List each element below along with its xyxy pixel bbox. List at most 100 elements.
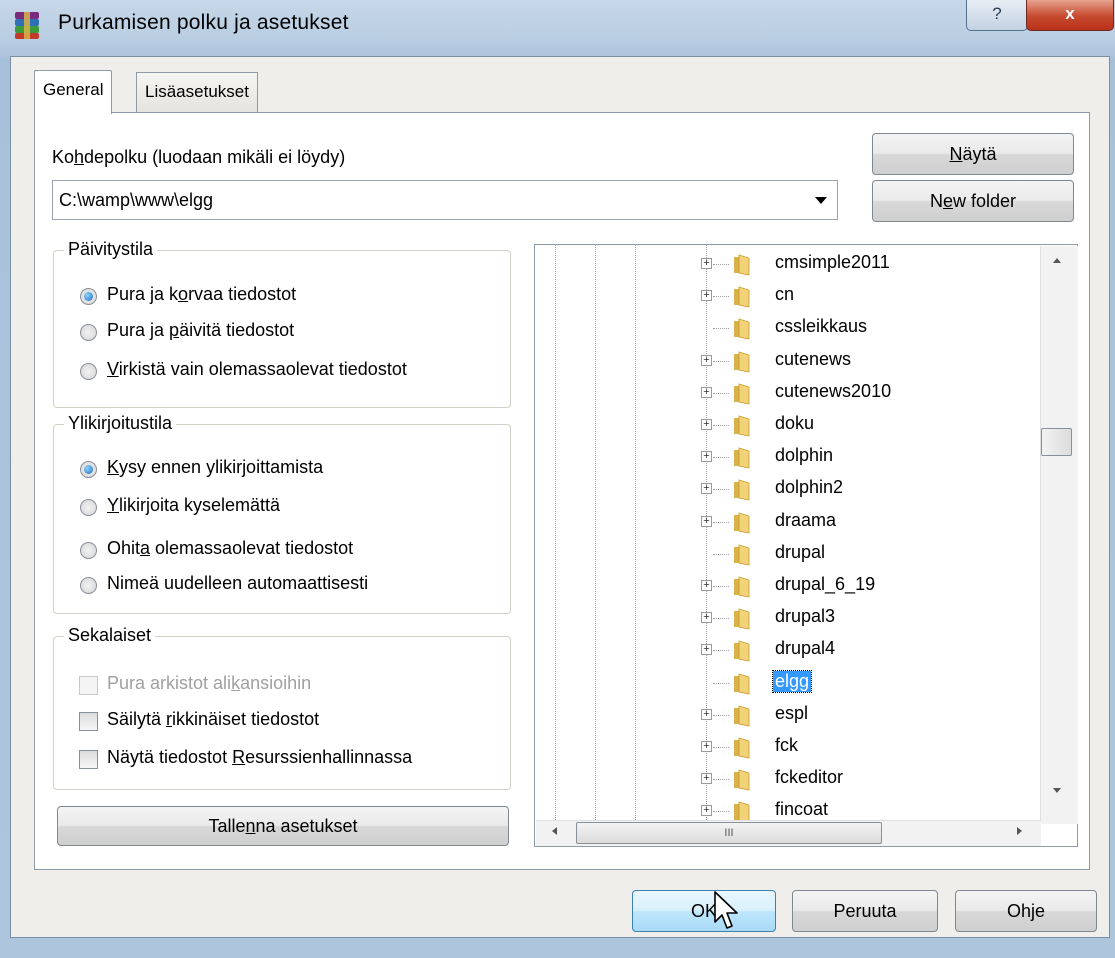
tree-item[interactable]: + dolphin2 xyxy=(535,474,1035,506)
expand-plus-icon[interactable]: + xyxy=(701,708,712,720)
help-button[interactable]: Ohje xyxy=(955,890,1097,932)
expand-plus-icon[interactable]: + xyxy=(701,580,712,591)
ok-button[interactable]: OK xyxy=(632,890,776,932)
tree-item-label[interactable]: doku xyxy=(773,413,816,434)
folder-icon xyxy=(734,705,750,727)
tree-item[interactable]: + cmsimple2011 xyxy=(535,249,1035,281)
folder-icon xyxy=(734,447,750,469)
radio-rename-automatically-label[interactable]: Nimeä uudelleen automaattisesti xyxy=(107,573,368,594)
expand-plus-icon[interactable]: + xyxy=(701,773,712,785)
checkbox-show-in-explorer[interactable] xyxy=(79,750,98,769)
tree-item[interactable]: + drupal4 xyxy=(535,635,1035,667)
tree-item[interactable]: + fck xyxy=(535,732,1035,764)
folder-icon xyxy=(734,415,750,437)
radio-update-files-label[interactable]: Pura ja päivitä tiedostot xyxy=(107,320,294,341)
radio-overwrite-without-prompt-label[interactable]: Ylikirjoita kyselemättä xyxy=(107,495,280,516)
tree-item-label[interactable]: cutenews xyxy=(773,349,853,370)
radio-update-files[interactable] xyxy=(80,324,97,341)
tree-item-label[interactable]: drupal_6_19 xyxy=(773,574,877,595)
tree-connector xyxy=(713,264,729,265)
tree-item[interactable]: elgg xyxy=(535,668,1035,700)
folder-tree[interactable]: + cmsimple2011 + cn cssleikkaus + cutenews + cut… xyxy=(534,244,1078,847)
radio-refresh-existing-label[interactable]: Virkistä vain olemassaolevat tiedostot xyxy=(107,359,407,380)
tree-item-label[interactable]: drupal xyxy=(773,542,827,563)
radio-ask-before-overwrite-label[interactable]: Kysy ennen ylikirjoittamista xyxy=(107,457,323,478)
tree-item-label[interactable]: dolphin xyxy=(773,445,835,466)
scroll-right-icon[interactable] xyxy=(1017,827,1022,835)
radio-rename-automatically[interactable] xyxy=(80,577,97,594)
destination-path-combo[interactable]: C:\wamp\www\elgg xyxy=(52,180,838,220)
expand-plus-icon[interactable]: + xyxy=(701,354,712,366)
scroll-up-icon[interactable] xyxy=(1053,258,1061,263)
expand-plus-icon[interactable]: + xyxy=(701,612,712,624)
tree-item-label[interactable]: cn xyxy=(773,284,796,305)
radio-skip-existing-label[interactable]: Ohita olemassaolevat tiedostot xyxy=(107,538,353,559)
tree-connector xyxy=(713,682,729,684)
folder-icon xyxy=(734,254,750,276)
checkbox-keep-broken-files-label[interactable]: Säilytä rikkinäiset tiedostot xyxy=(107,709,319,730)
checkbox-show-in-explorer-label[interactable]: Näytä tiedostot Resurssienhallinnassa xyxy=(107,747,412,768)
chevron-down-icon[interactable] xyxy=(815,197,827,204)
tree-item[interactable]: drupal xyxy=(535,539,1035,571)
tree-item[interactable]: + drupal3 xyxy=(535,603,1035,635)
tree-item-label[interactable]: fckeditor xyxy=(773,767,845,788)
tree-item-label[interactable]: cssleikkaus xyxy=(773,316,869,337)
expand-plus-icon[interactable]: + xyxy=(701,258,712,269)
tree-item[interactable]: + espl xyxy=(535,700,1035,732)
cancel-button[interactable]: Peruuta xyxy=(792,890,938,932)
expand-plus-icon[interactable]: + xyxy=(701,515,712,527)
tree-item-label[interactable]: espl xyxy=(773,703,810,724)
radio-overwrite-files[interactable] xyxy=(80,288,97,305)
expand-plus-icon[interactable]: + xyxy=(701,386,712,398)
tree-item[interactable]: + dolphin xyxy=(535,442,1035,474)
expand-plus-icon[interactable]: + xyxy=(701,805,712,817)
tree-connector xyxy=(713,360,729,362)
tree-item-label[interactable]: drupal3 xyxy=(773,606,837,627)
radio-skip-existing[interactable] xyxy=(80,542,97,559)
expand-plus-icon[interactable]: + xyxy=(701,483,712,495)
tree-item[interactable]: + cn xyxy=(535,281,1035,313)
expand-plus-icon[interactable]: + xyxy=(701,644,712,656)
tree-item-label[interactable]: elgg xyxy=(771,669,813,693)
tree-vertical-scroll-thumb[interactable] xyxy=(1041,428,1072,456)
tree-item-label[interactable]: drupal4 xyxy=(773,638,837,659)
expand-plus-icon[interactable]: + xyxy=(701,451,712,463)
tree-item-label[interactable]: dolphin2 xyxy=(773,477,845,498)
tree-item[interactable]: cssleikkaus xyxy=(535,313,1035,345)
tree-item-label[interactable]: cmsimple2011 xyxy=(773,252,892,273)
tree-connector xyxy=(713,392,729,394)
scroll-down-icon[interactable] xyxy=(1053,788,1061,793)
tree-vertical-scrollbar[interactable] xyxy=(1040,246,1078,824)
scroll-left-icon[interactable] xyxy=(552,827,557,835)
save-settings-button[interactable]: Tallenna asetukset xyxy=(57,806,509,846)
radio-ask-before-overwrite[interactable] xyxy=(80,461,97,478)
expand-plus-icon[interactable]: + xyxy=(701,290,712,302)
expand-plus-icon[interactable]: + xyxy=(701,419,712,430)
show-button[interactable]: Näytä xyxy=(872,133,1074,175)
radio-refresh-existing[interactable] xyxy=(80,363,97,380)
tree-item-label[interactable]: cutenews2010 xyxy=(773,381,893,402)
tree-item[interactable]: + cutenews xyxy=(535,346,1035,378)
checkbox-keep-broken-files[interactable] xyxy=(79,712,98,731)
tree-connector xyxy=(713,618,729,620)
tree-item-label[interactable]: fincoat xyxy=(773,799,830,820)
radio-overwrite-without-prompt[interactable] xyxy=(80,499,97,516)
tree-connector xyxy=(713,553,729,555)
new-folder-button[interactable]: New folder xyxy=(872,180,1074,222)
tree-item[interactable]: + doku xyxy=(535,410,1035,442)
tree-item[interactable]: + draama xyxy=(535,507,1035,539)
tree-item-label[interactable]: fck xyxy=(773,735,800,756)
dialog-window: Purkamisen polku ja asetukset ? x Genera… xyxy=(0,0,1115,958)
tree-item[interactable]: + fckeditor xyxy=(535,764,1035,796)
tree-item-label[interactable]: draama xyxy=(773,510,838,531)
overwrite-mode-legend: Ylikirjoitustila xyxy=(64,413,177,434)
tree-connector xyxy=(713,714,729,716)
folder-icon xyxy=(734,640,750,662)
radio-overwrite-files-label[interactable]: Pura ja korvaa tiedostot xyxy=(107,284,296,305)
tree-horizontal-scroll-thumb[interactable]: III xyxy=(576,822,882,844)
update-mode-legend: Päivitystila xyxy=(64,239,158,260)
expand-plus-icon[interactable]: + xyxy=(701,741,712,752)
tree-item[interactable]: + cutenews2010 xyxy=(535,378,1035,410)
tree-item[interactable]: + drupal_6_19 xyxy=(535,571,1035,603)
checkbox-extract-to-subfolders[interactable] xyxy=(79,676,98,695)
